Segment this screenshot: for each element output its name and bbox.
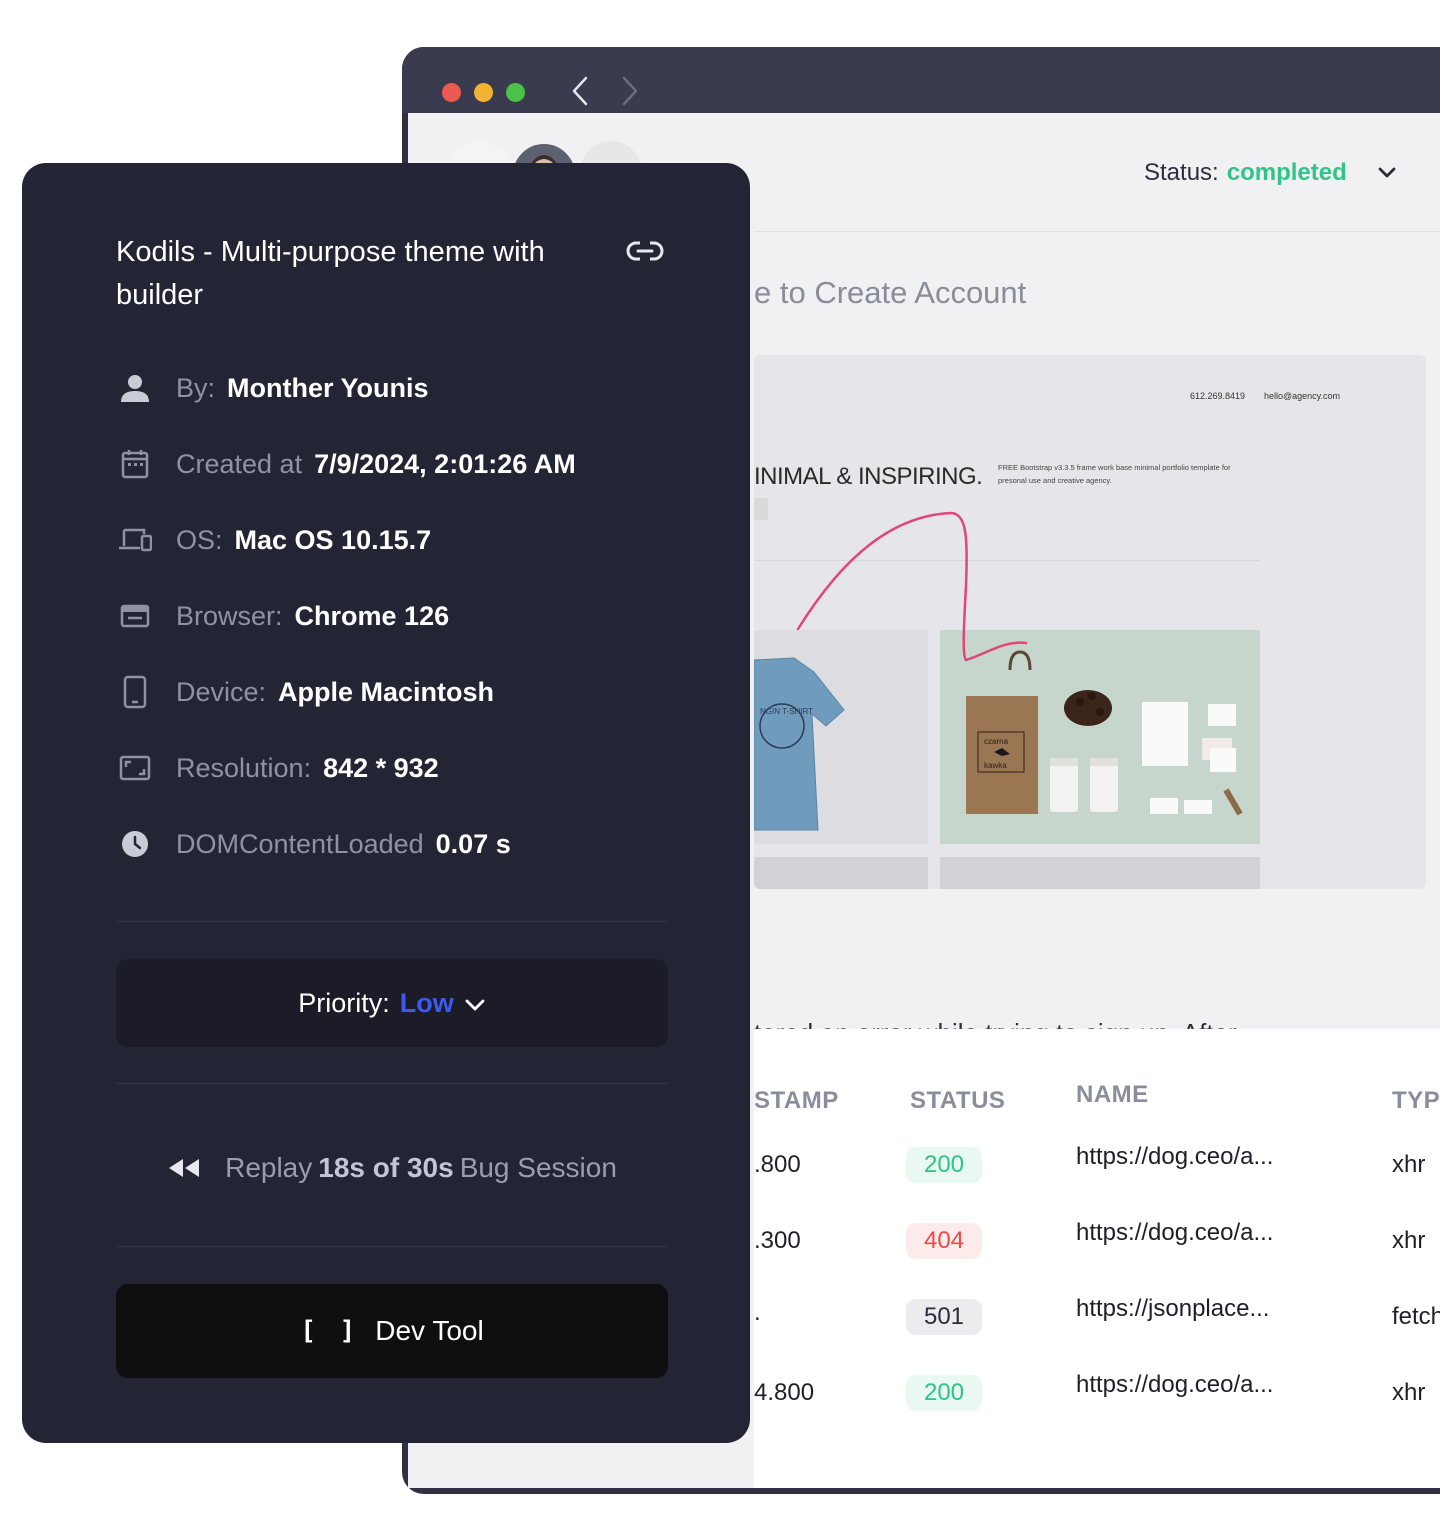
author-label: By: <box>176 372 216 403</box>
author-value: Monther Younis <box>227 372 429 403</box>
meta-device: Device: Apple Macintosh <box>116 673 494 711</box>
meta-os: OS: Mac OS 10.15.7 <box>116 521 431 559</box>
priority-label: Priority: <box>298 987 390 1018</box>
page-title: Kodils - Multi-purpose theme with builde… <box>116 236 545 311</box>
device-label: Device: <box>176 676 267 707</box>
tablet-icon <box>116 673 154 711</box>
row-name[interactable]: https://dog.ceo/a... <box>1076 1371 1273 1399</box>
meta-created: Created at 7/9/2024, 2:01:26 AM <box>116 445 576 483</box>
bug-description: tered an error while trying to sign up. … <box>754 1013 1237 1029</box>
column-header-stamp[interactable]: STAMP <box>754 1087 839 1115</box>
meta-browser: Browser: Chrome 126 <box>116 597 449 635</box>
column-header-type[interactable]: TYPE <box>1392 1087 1440 1115</box>
calendar-icon <box>116 445 154 483</box>
column-header-status[interactable]: STATUS <box>910 1087 1005 1115</box>
status-badge: 200 <box>906 1375 982 1411</box>
resolution-value: 842 * 932 <box>323 752 439 783</box>
device-value: Apple Macintosh <box>278 676 495 707</box>
aspect-ratio-icon <box>116 749 154 787</box>
row-type: xhr <box>1392 1227 1426 1254</box>
status-label: Status: <box>1144 159 1219 186</box>
bug-title: e to Create Account <box>754 275 1027 310</box>
replay-prefix: Replay <box>225 1152 313 1183</box>
user-icon <box>116 369 154 407</box>
forward-arrow-icon[interactable] <box>614 75 646 107</box>
link-icon[interactable] <box>626 237 664 269</box>
priority-value: Low <box>399 987 454 1018</box>
status-dropdown[interactable]: Status: completed <box>1144 159 1397 187</box>
row-stamp: .800 <box>754 1151 801 1178</box>
os-value: Mac OS 10.15.7 <box>234 524 432 555</box>
status-badge: 200 <box>906 1147 982 1183</box>
row-type: xhr <box>1392 1151 1426 1178</box>
network-table: STAMP STATUS NAME TYPE .800 200 https://… <box>754 1029 1440 1488</box>
resolution-label: Resolution: <box>176 752 312 783</box>
row-name[interactable]: https://dog.ceo/a... <box>1076 1219 1273 1247</box>
priority-dropdown[interactable]: Priority: Low <box>116 959 668 1047</box>
browser-label: Browser: <box>176 600 283 631</box>
status-value: completed <box>1226 159 1347 186</box>
row-stamp: 4.800 <box>754 1379 815 1406</box>
created-label: Created at <box>176 448 303 479</box>
replay-duration: 18s of 30s <box>318 1152 454 1183</box>
status-badge: 501 <box>906 1299 982 1335</box>
bug-screenshot: 612.269.8419 hello@agency.com INIMAL & I… <box>754 355 1426 889</box>
chevron-down-icon <box>464 988 486 1019</box>
divider <box>116 921 668 922</box>
row-stamp: .300 <box>754 1227 801 1254</box>
chevron-down-icon <box>1377 166 1397 180</box>
window-close-button[interactable] <box>442 83 461 102</box>
browser-window-icon <box>116 597 154 635</box>
meta-resolution: Resolution: 842 * 932 <box>116 749 439 787</box>
replay-session-button[interactable]: Replay 18s of 30s Bug Session <box>116 1133 668 1203</box>
meta-author: By: Monther Younis <box>116 369 429 407</box>
replay-suffix: Bug Session <box>459 1152 617 1183</box>
dcl-label: DOMContentLoaded <box>176 828 424 859</box>
brackets-icon: [ ] <box>300 1316 360 1346</box>
browser-value: Chrome 126 <box>294 600 450 631</box>
os-label: OS: <box>176 524 223 555</box>
meta-dcl: DOMContentLoaded 0.07 s <box>116 825 511 863</box>
row-type: xhr <box>1392 1379 1426 1406</box>
divider <box>116 1246 668 1247</box>
annotation-scribble <box>796 511 1028 662</box>
dcl-value: 0.07 s <box>435 828 511 859</box>
row-type: fetch <box>1392 1303 1440 1330</box>
divider <box>116 1083 668 1084</box>
clock-icon <box>116 825 154 863</box>
divider <box>754 231 1440 232</box>
row-name[interactable]: https://jsonplace... <box>1076 1295 1269 1323</box>
column-header-name[interactable]: NAME <box>1076 1081 1149 1109</box>
row-name[interactable]: https://dog.ceo/a... <box>1076 1143 1273 1171</box>
window-maximize-button[interactable] <box>506 83 525 102</box>
rewind-icon <box>167 1157 201 1179</box>
devices-icon <box>116 521 154 559</box>
created-value: 7/9/2024, 2:01:26 AM <box>314 448 576 479</box>
back-arrow-icon[interactable] <box>564 75 596 107</box>
bug-info-panel: Kodils - Multi-purpose theme with builde… <box>22 163 750 1443</box>
dev-tool-button[interactable]: [ ] Dev Tool <box>116 1284 668 1378</box>
window-minimize-button[interactable] <box>474 83 493 102</box>
dev-tool-label: Dev Tool <box>375 1315 484 1346</box>
status-badge: 404 <box>906 1223 982 1259</box>
browser-titlebar <box>402 47 1440 113</box>
row-stamp: . <box>754 1299 761 1326</box>
